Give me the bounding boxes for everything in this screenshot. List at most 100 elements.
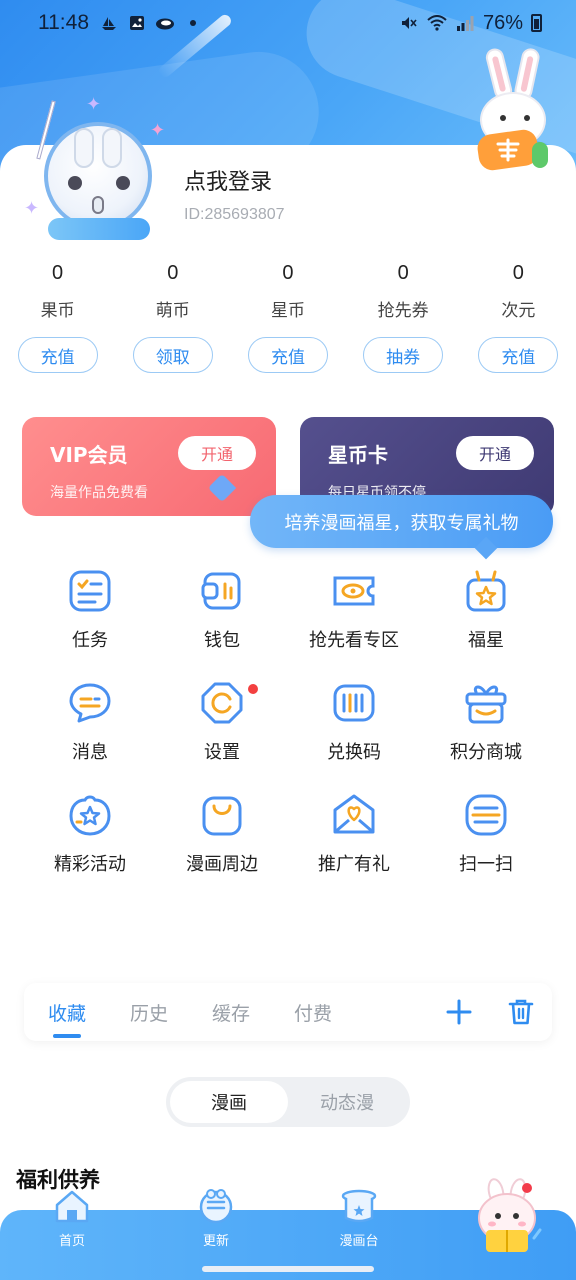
stat-early-ticket: 0 抢先券 抽券 <box>346 262 461 373</box>
status-bar: 11:48 76% <box>0 0 576 46</box>
stat-value: 0 <box>52 262 64 284</box>
user-id: ID:285693807 <box>184 206 285 223</box>
recharge-button[interactable]: 充值 <box>17 337 98 373</box>
stat-label: 果币 <box>40 301 75 321</box>
feature-label: 漫画周边 <box>186 854 258 875</box>
login-prompt[interactable]: 点我登录 <box>184 164 272 196</box>
feature-label: 任务 <box>72 630 108 651</box>
stat-guobi: 0 果币 充值 <box>0 262 115 373</box>
stat-ciyuan: 0 次元 充值 <box>461 262 576 373</box>
stat-value: 0 <box>167 262 179 284</box>
comic-stage-icon <box>341 1189 377 1223</box>
feature-points-mall[interactable]: 积分商城 <box>420 680 552 764</box>
tab-favorites[interactable]: 收藏 <box>48 999 86 1038</box>
toggle-animated-comics[interactable]: 动态漫 <box>288 1081 406 1123</box>
tab-cache[interactable]: 缓存 <box>212 999 250 1026</box>
feature-settings[interactable]: 设置 <box>156 680 288 764</box>
sparkle-icon: ✦ <box>86 94 102 115</box>
library-tabs: 收藏 历史 缓存 付费 <box>24 983 552 1041</box>
home-icon <box>55 1190 89 1223</box>
tab-paid[interactable]: 付费 <box>294 999 332 1026</box>
trash-icon[interactable] <box>506 997 536 1027</box>
nav-label: 漫画台 <box>339 1234 379 1249</box>
boat-icon <box>99 13 119 33</box>
nav-home[interactable]: 首页 <box>27 1190 117 1270</box>
stat-value: 0 <box>282 262 294 284</box>
feature-fuxing[interactable]: 福星 <box>420 568 552 652</box>
stat-label: 抢先券 <box>377 301 429 321</box>
feature-activities[interactable]: 精彩活动 <box>24 792 156 876</box>
notification-dot <box>248 684 258 694</box>
star-card-open-button[interactable]: 开通 <box>456 436 534 470</box>
draw-ticket-button[interactable]: 抽券 <box>363 337 444 373</box>
stat-value: 0 <box>512 262 524 284</box>
stat-label: 星币 <box>270 301 305 321</box>
fuxing-tooltip[interactable]: 培养漫画福星，获取专属礼物 <box>250 495 553 548</box>
feature-label: 扫一扫 <box>459 854 513 875</box>
stat-xingbi: 0 星币 充值 <box>230 262 345 373</box>
feature-task[interactable]: 任务 <box>24 568 156 652</box>
recharge-button[interactable]: 充值 <box>478 337 559 373</box>
home-indicator[interactable] <box>202 1266 374 1272</box>
feature-label: 精彩活动 <box>54 854 126 875</box>
feature-label: 积分商城 <box>450 742 522 763</box>
sparkle-icon: ✦ <box>150 120 166 141</box>
nav-comic-stage[interactable]: 漫画台 <box>314 1189 404 1270</box>
avatar[interactable] <box>36 100 156 244</box>
feature-label: 兑换码 <box>327 742 381 763</box>
barcode-icon <box>333 684 375 722</box>
star-bag-icon <box>466 570 506 612</box>
update-icon <box>199 1189 233 1224</box>
feature-label: 福星 <box>468 630 504 651</box>
nav-updates[interactable]: 更新 <box>171 1189 261 1270</box>
nav-label: 更新 <box>202 1234 229 1249</box>
recharge-button[interactable]: 充值 <box>247 337 328 373</box>
signal-icon <box>455 13 475 33</box>
feature-messages[interactable]: 消息 <box>24 680 156 764</box>
gift-box-icon <box>465 685 507 724</box>
wallet-icon <box>201 572 241 610</box>
rabbit-mascot-sign-in[interactable] <box>470 46 560 173</box>
toggle-comics[interactable]: 漫画 <box>170 1081 288 1123</box>
vip-membership-card[interactable]: VIP会员 海量作品免费看 开通 <box>22 417 276 516</box>
task-list-icon <box>69 570 111 612</box>
feature-grid: 任务 钱包 抢先看专区 福星 消息 设置 兑换码 积分商城 精彩活动 漫画周边 … <box>24 568 552 876</box>
feature-merchandise[interactable]: 漫画周边 <box>156 792 288 876</box>
shopping-bag-icon <box>202 796 242 836</box>
stat-label: 萌币 <box>155 301 190 321</box>
battery-text: 76% <box>482 11 523 34</box>
wallet-stats: 0 果币 充值 0 萌币 领取 0 星币 充值 0 抢先券 抽券 0 次元 充值 <box>0 262 576 373</box>
chat-bubble-icon <box>69 683 111 723</box>
ticket-eye-icon <box>333 576 375 606</box>
content-type-toggle: 漫画 动态漫 <box>166 1077 410 1127</box>
stat-mengbi: 0 萌币 领取 <box>115 262 230 373</box>
stat-value: 0 <box>397 262 409 284</box>
dot-icon <box>183 13 203 33</box>
feature-label: 推广有礼 <box>318 854 390 875</box>
rabbit-reading-mascot[interactable] <box>470 1178 546 1256</box>
image-icon <box>127 13 147 33</box>
claim-button[interactable]: 领取 <box>132 337 213 373</box>
feature-label: 钱包 <box>204 630 240 651</box>
scan-icon <box>465 794 507 836</box>
feature-redeem-code[interactable]: 兑换码 <box>288 680 420 764</box>
feature-early-access[interactable]: 抢先看专区 <box>288 568 420 652</box>
settings-icon <box>201 682 243 724</box>
status-time: 11:48 <box>38 11 89 34</box>
feature-label: 设置 <box>204 742 240 763</box>
tab-history[interactable]: 历史 <box>130 999 168 1026</box>
feature-scan[interactable]: 扫一扫 <box>420 792 552 876</box>
feature-referral-gift[interactable]: 推广有礼 <box>288 792 420 876</box>
battery-icon <box>531 14 542 32</box>
nav-label: 首页 <box>58 1234 85 1249</box>
add-icon[interactable] <box>444 997 474 1027</box>
mute-icon <box>399 13 419 33</box>
wifi-icon <box>427 13 447 33</box>
feature-label: 消息 <box>72 742 108 763</box>
feature-wallet[interactable]: 钱包 <box>156 568 288 652</box>
feature-label: 抢先看专区 <box>309 630 399 651</box>
sparkle-icon: ✦ <box>24 198 40 219</box>
cloud-icon <box>155 13 175 33</box>
vip-open-button[interactable]: 开通 <box>178 436 256 470</box>
star-badge-icon <box>69 795 111 836</box>
